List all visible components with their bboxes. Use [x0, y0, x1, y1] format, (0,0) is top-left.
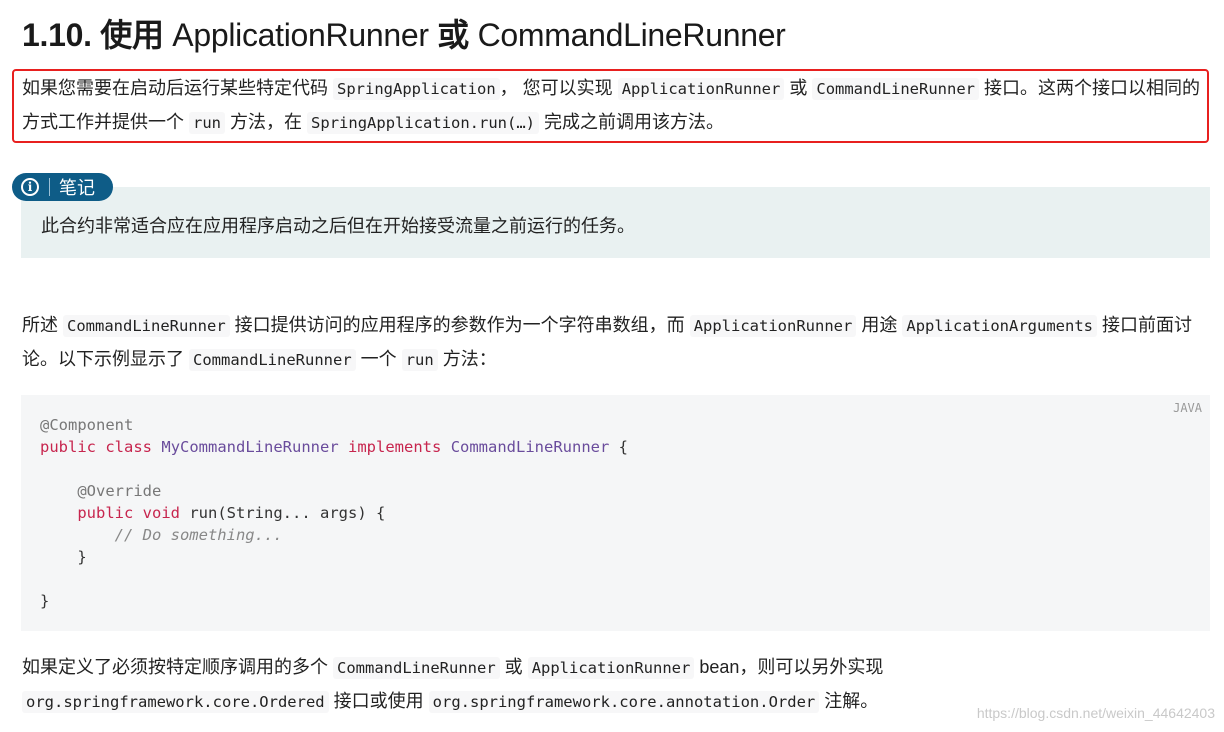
note-label: 笔记: [59, 178, 95, 198]
p3-text-4: 接口或使用: [333, 691, 424, 711]
p2-code-5: run: [401, 349, 438, 371]
code-keyword-public: public: [40, 438, 96, 456]
p2-text-5: 一个: [360, 349, 397, 369]
p3-text-1: 如果定义了必须按特定顺序调用的多个: [22, 657, 328, 677]
code-keyword-implements: implements: [348, 438, 442, 456]
code-class-name: MyCommandLineRunner: [161, 438, 339, 456]
code-block: JAVA @Component public class MyCommandLi…: [21, 395, 1210, 631]
p3-text-3: bean，则可以另外实现: [699, 657, 884, 677]
p3-text-2: 或: [504, 657, 523, 677]
p2-code-4: CommandLineRunner: [189, 349, 356, 371]
code-comment: // Do something...: [114, 526, 283, 544]
note-tag-divider: [49, 178, 50, 196]
p2-text-2: 接口提供访问的应用程序的参数作为一个字符串数组，而: [234, 315, 685, 335]
p2-text-3: 用途: [861, 315, 898, 335]
page-heading: 1.10. 使用 ApplicationRunner 或 CommandLine…: [22, 10, 786, 56]
p2-code-1: CommandLineRunner: [63, 315, 230, 337]
note-text: 此合约非常适合应在应用程序启动之后但在开始接受流量之前运行的任务。: [41, 216, 635, 236]
watermark: https://blog.csdn.net/weixin_44642403: [976, 705, 1215, 721]
highlight-box: [12, 69, 1209, 143]
heading-name2: CommandLineRunner: [477, 17, 786, 53]
note-box: 此合约非常适合应在应用程序启动之后但在开始接受流量之前运行的任务。: [21, 187, 1210, 258]
p3-code-2: ApplicationRunner: [527, 657, 695, 679]
p3-code-1: CommandLineRunner: [333, 657, 500, 679]
code-class-close: }: [40, 592, 50, 610]
code-brace-open: {: [618, 438, 629, 456]
p2-code-3: ApplicationArguments: [902, 315, 1097, 337]
p2-text-6: 方法：: [442, 349, 497, 369]
code-language-label: JAVA: [1173, 401, 1202, 415]
p3-text-5: 注解。: [824, 691, 879, 711]
p3-code-3: org.springframework.core.Ordered: [22, 691, 329, 713]
heading-use: 使用: [100, 17, 164, 53]
note-tag: i 笔记: [12, 173, 113, 201]
code-override-annotation: @Override: [77, 482, 162, 500]
code-keyword-public-2: public: [77, 504, 134, 522]
info-icon: i: [21, 178, 39, 196]
heading-or: 或: [437, 17, 469, 53]
p3-code-4: org.springframework.core.annotation.Orde…: [428, 691, 820, 713]
code-method-close: }: [77, 548, 87, 566]
code-listing: @Component public class MyCommandLineRun…: [40, 414, 628, 612]
code-annotation: @Component: [40, 416, 134, 434]
code-method-signature: run(String... args) {: [189, 504, 386, 522]
p2-code-2: ApplicationRunner: [689, 315, 857, 337]
heading-name1: ApplicationRunner: [172, 17, 429, 53]
code-keyword-void: void: [142, 504, 180, 522]
code-keyword-class: class: [105, 438, 153, 456]
p2-text-1: 所述: [22, 315, 58, 335]
runner-paragraph: 所述 CommandLineRunner 接口提供访问的应用程序的参数作为一个字…: [22, 309, 1210, 377]
code-interface-name: CommandLineRunner: [450, 438, 610, 456]
heading-number: 1.10.: [22, 17, 92, 53]
